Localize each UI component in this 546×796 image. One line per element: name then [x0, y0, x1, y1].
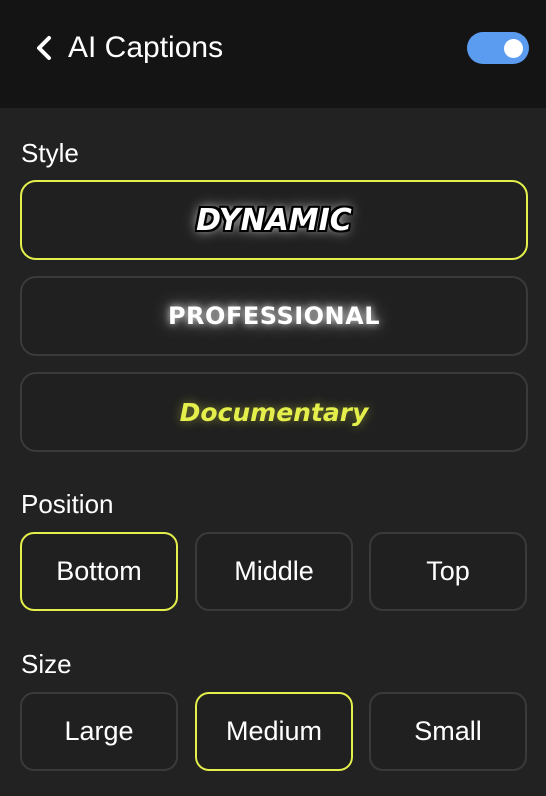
style-option-label: PROFESSIONAL: [167, 302, 381, 330]
size-option-small[interactable]: Small: [369, 692, 527, 771]
style-option-professional[interactable]: PROFESSIONAL: [20, 276, 528, 356]
style-option-label: Documentary: [179, 397, 369, 427]
position-option-top[interactable]: Top: [369, 532, 527, 611]
toggle-knob: [504, 39, 523, 58]
size-section-label: Size: [21, 649, 72, 679]
captions-toggle[interactable]: [467, 32, 529, 64]
chevron-left-icon[interactable]: [33, 34, 55, 62]
style-option-documentary[interactable]: Documentary: [20, 372, 528, 452]
style-section-label: Style: [21, 138, 79, 168]
size-option-large[interactable]: Large: [20, 692, 178, 771]
style-option-dynamic[interactable]: DYNAMIC: [20, 180, 528, 260]
size-option-medium[interactable]: Medium: [195, 692, 353, 771]
page-title: AI Captions: [68, 31, 224, 64]
header-bar: AI Captions: [0, 0, 546, 108]
position-option-middle[interactable]: Middle: [195, 532, 353, 611]
position-option-bottom[interactable]: Bottom: [20, 532, 178, 611]
style-option-label: DYNAMIC: [196, 202, 352, 238]
position-section-label: Position: [21, 489, 114, 519]
